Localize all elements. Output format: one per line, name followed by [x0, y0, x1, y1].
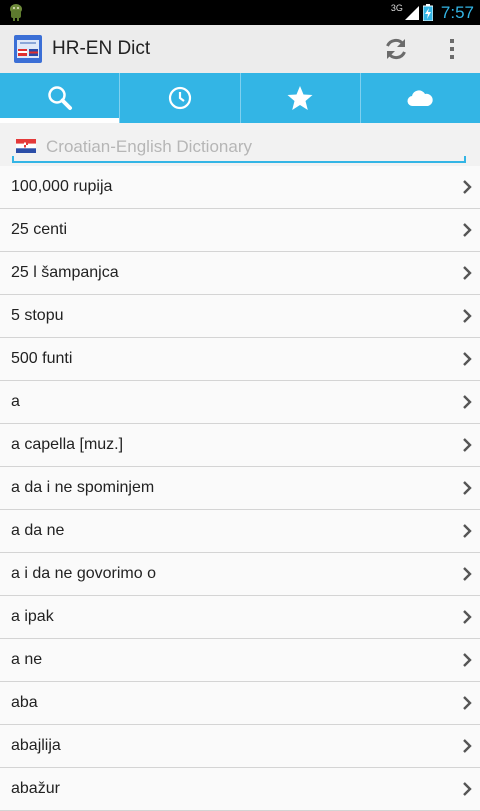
list-item[interactable]: a ne: [0, 639, 480, 682]
chevron-right-icon: [463, 524, 472, 538]
chevron-right-icon: [463, 782, 472, 796]
entry-label: a ipak: [11, 608, 54, 625]
list-item[interactable]: 5 stopu: [0, 295, 480, 338]
chevron-right-icon: [463, 653, 472, 667]
chevron-right-icon: [463, 567, 472, 581]
tab-favorites[interactable]: [239, 73, 360, 123]
tab-bar: [0, 73, 480, 123]
list-item[interactable]: abajlija: [0, 725, 480, 768]
overflow-menu-icon: [450, 39, 454, 59]
list-item[interactable]: 25 l šampanjca: [0, 252, 480, 295]
search-icon: [47, 86, 72, 110]
entry-label: a: [11, 393, 20, 410]
sync-icon: [386, 39, 406, 59]
tab-search[interactable]: [0, 73, 120, 123]
sync-button[interactable]: [380, 33, 412, 65]
chevron-right-icon: [463, 610, 472, 624]
list-item[interactable]: aba: [0, 682, 480, 725]
list-item[interactable]: a ipak: [0, 596, 480, 639]
entry-list: 100,000 rupija 25 centi 25 l šampanjca 5…: [0, 166, 480, 811]
entry-label: a capella [muz.]: [11, 436, 124, 453]
list-item[interactable]: 500 funti: [0, 338, 480, 381]
search-input[interactable]: [44, 134, 458, 160]
entry-label: a da ne: [11, 522, 65, 539]
list-item[interactable]: abažur: [0, 768, 480, 811]
entry-label: aba: [11, 694, 38, 711]
tab-cloud[interactable]: [359, 73, 480, 123]
chevron-right-icon: [463, 352, 472, 366]
entry-label: 500 funti: [11, 350, 73, 367]
list-item[interactable]: 100,000 rupija: [0, 166, 480, 209]
android-notification-icon: [10, 4, 22, 21]
chevron-right-icon: [463, 739, 472, 753]
chevron-right-icon: [463, 266, 472, 280]
list-item[interactable]: a: [0, 381, 480, 424]
entry-label: 25 l šampanjca: [11, 264, 119, 281]
search-field: [12, 133, 466, 163]
list-item[interactable]: 25 centi: [0, 209, 480, 252]
entry-label: 5 stopu: [11, 307, 64, 324]
network-type: 3G: [390, 2, 403, 13]
chevron-right-icon: [463, 395, 472, 409]
entry-label: a ne: [11, 651, 43, 668]
search-area: [0, 123, 480, 167]
app-title: HR-EN Dict: [52, 38, 151, 59]
entry-label: 100,000 rupija: [11, 178, 113, 195]
list-item[interactable]: a da i ne spominjem: [0, 467, 480, 510]
entry-label: a da i ne spominjem: [11, 479, 155, 496]
tab-history[interactable]: [119, 73, 239, 123]
battery-icon: [422, 4, 433, 21]
action-bar: HR-EN Dict: [0, 25, 480, 74]
chevron-right-icon: [463, 309, 472, 323]
chevron-right-icon: [463, 223, 472, 237]
entry-label: abajlija: [11, 737, 61, 754]
croatia-flag-icon[interactable]: [16, 139, 36, 153]
status-bar: 3G 7:57: [0, 0, 480, 25]
chevron-right-icon: [463, 180, 472, 194]
entry-label: a i da ne govorimo o: [11, 565, 156, 582]
entry-label: abažur: [11, 780, 60, 797]
overflow-menu-button[interactable]: [436, 33, 468, 65]
history-clock-icon: [168, 86, 191, 110]
cloud-icon: [407, 90, 434, 107]
list-item[interactable]: a i da ne govorimo o: [0, 553, 480, 596]
favorites-star-icon: [287, 86, 313, 110]
app-dictionary-icon[interactable]: [14, 35, 42, 63]
list-item[interactable]: a da ne: [0, 510, 480, 553]
chevron-right-icon: [463, 438, 472, 452]
signal-icon: [404, 5, 419, 20]
clock: 7:57: [440, 2, 474, 22]
entry-label: 25 centi: [11, 221, 68, 238]
chevron-right-icon: [463, 481, 472, 495]
list-item[interactable]: a capella [muz.]: [0, 424, 480, 467]
chevron-right-icon: [463, 696, 472, 710]
